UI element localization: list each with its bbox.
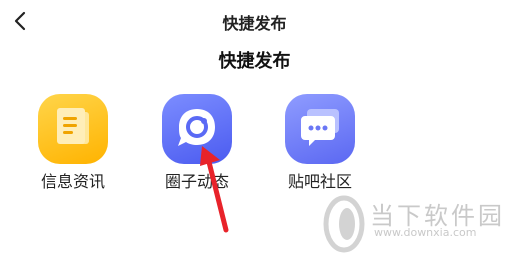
watermark-url: www.downxia.com xyxy=(374,226,477,239)
section-title: 快捷发布 xyxy=(218,51,291,72)
navigation-bar: 快捷发布 xyxy=(0,0,509,42)
page-title: 快捷发布 xyxy=(222,14,287,33)
message-dots-icon xyxy=(301,109,339,146)
document-icon xyxy=(57,108,89,144)
watermark-logo-icon xyxy=(323,195,365,253)
tieba-icon-box xyxy=(285,94,355,164)
tile-tieba-label: 贴吧社区 xyxy=(287,172,352,191)
annotation-arrow-icon xyxy=(200,146,229,233)
watermark: 当下软件园 www.downxia.com xyxy=(322,192,507,260)
tile-news-label: 信息资讯 xyxy=(40,172,105,191)
tile-tieba[interactable]: 贴吧社区 xyxy=(265,94,375,194)
news-icon-box xyxy=(38,94,108,164)
tile-news[interactable]: 信息资讯 xyxy=(18,94,128,194)
